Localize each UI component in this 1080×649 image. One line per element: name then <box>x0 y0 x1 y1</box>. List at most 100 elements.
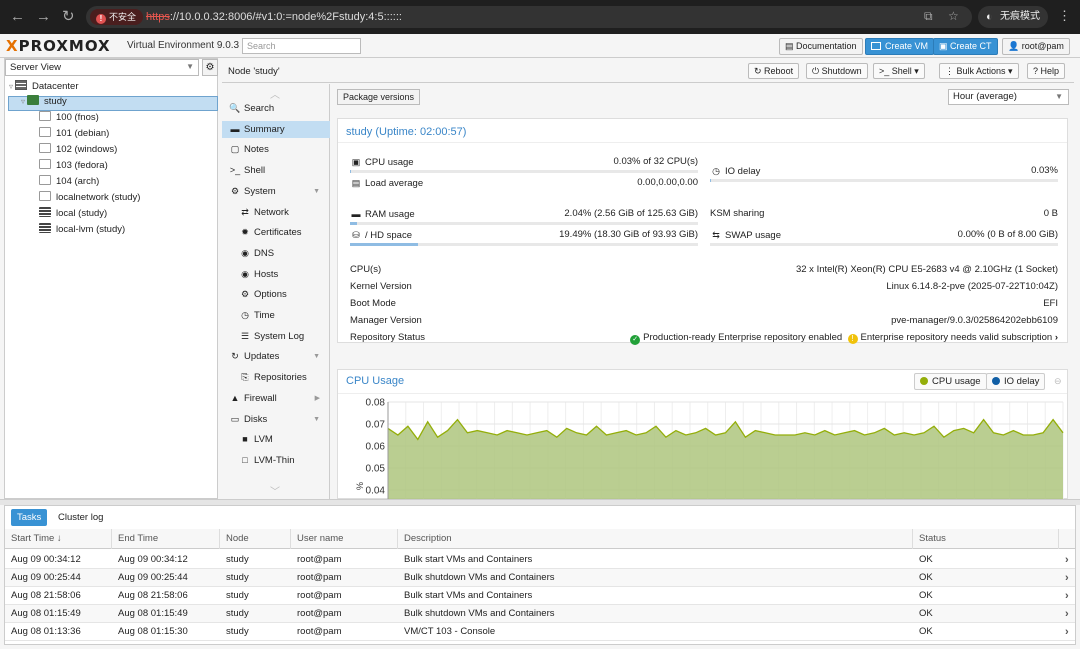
tree-item-label: local (study) <box>56 208 108 219</box>
status-panel: study (Uptime: 02:00:57) ▣ CPU usage 0.03… <box>337 118 1068 345</box>
nav-item-updates[interactable]: ↻ Updates ▼ <box>222 348 330 365</box>
nav-item-options[interactable]: ⚙ Options <box>222 286 330 303</box>
column-header[interactable]: Description <box>398 529 913 549</box>
tree-item[interactable]: ▿ Datacenter <box>9 79 79 95</box>
tree-item[interactable]: 100 (fnos) <box>39 110 99 126</box>
gear-icon[interactable]: ⚙ <box>202 59 218 76</box>
bookmark-star-icon[interactable]: ☆ <box>948 9 959 23</box>
scroll-up-icon[interactable]: ︿ <box>270 86 280 101</box>
table-row[interactable]: Aug 08 01:13:36 Aug 08 01:15:30 study root@… <box>5 623 1075 641</box>
ram-usage-value: 2.04% (2.56 GiB of 125.63 GiB) <box>564 208 698 219</box>
table-row[interactable]: Aug 09 00:25:44 Aug 09 00:25:44 study root@… <box>5 569 1075 587</box>
chevron-right-icon[interactable]: › <box>1059 623 1069 641</box>
shell-button[interactable]: >_ Shell ▾ <box>873 63 925 79</box>
tree-item[interactable]: 104 (arch) <box>39 174 99 190</box>
expand-icon[interactable]: ▿ <box>21 97 25 106</box>
nav-item-label: Network <box>254 206 289 218</box>
nav-item-label: System <box>244 185 276 197</box>
chevron-right-icon[interactable]: › <box>1059 587 1069 605</box>
column-header[interactable]: Start Time ↓ <box>5 529 112 549</box>
repository-status-value[interactable]: ✓ Production-ready Enterprise repository … <box>630 331 1058 345</box>
documentation-button[interactable]: ▤ Documentation <box>779 38 863 55</box>
create-vm-button[interactable]: Create VM <box>865 38 935 55</box>
security-badge[interactable]: ! 不安全 <box>90 9 144 25</box>
view-selector[interactable]: Server View ▼ <box>5 59 199 76</box>
progress-fill <box>350 243 418 246</box>
refresh-icon: ↻ <box>754 66 765 76</box>
chevron-right-icon[interactable]: › <box>1059 605 1069 623</box>
nav-item-dns[interactable]: ◉ DNS <box>222 245 330 262</box>
monitor-icon <box>871 42 881 50</box>
chevron-right-icon[interactable]: › <box>1059 551 1069 569</box>
reboot-button[interactable]: ↻ Reboot <box>748 63 800 79</box>
browser-menu-icon[interactable]: ⋮ <box>1058 8 1071 24</box>
nav-item-notes[interactable]: ▢ Notes <box>222 141 330 158</box>
info-row: Manager Version pve-manager/9.0.3/0258642… <box>350 314 1058 328</box>
nav-icon: ▲ <box>230 392 240 403</box>
nav-icon: ⇄ <box>241 206 249 217</box>
vm-icon <box>39 143 51 153</box>
forward-icon[interactable]: → <box>36 9 51 24</box>
scroll-down-icon[interactable]: ﹀ <box>270 483 280 498</box>
legend-io-delay[interactable]: IO delay <box>986 373 1046 390</box>
bulk-actions-button[interactable]: ⋮ Bulk Actions ▾ <box>939 63 1019 79</box>
terminal-icon: >_ <box>879 66 892 76</box>
tree-item[interactable]: 102 (windows) <box>39 142 117 158</box>
column-header[interactable]: End Time <box>112 529 220 549</box>
table-row[interactable]: Aug 08 21:58:06 Aug 08 21:58:06 study root@… <box>5 587 1075 605</box>
table-row[interactable]: Aug 09 00:34:12 Aug 09 00:34:12 study root@… <box>5 551 1075 569</box>
table-cell: Aug 08 21:58:06 <box>118 590 188 601</box>
url-text[interactable]: https://10.0.0.32:8006/#v1:0:=node%2Fstu… <box>146 9 402 25</box>
y-axis-label: % <box>355 482 365 490</box>
progress-fill <box>350 222 358 225</box>
hd-space-bar <box>350 243 698 246</box>
tree-item[interactable]: localnetwork (study) <box>39 190 140 206</box>
nav-item-network[interactable]: ⇄ Network <box>222 204 330 221</box>
package-versions-button[interactable]: Package versions <box>337 89 421 105</box>
column-header[interactable]: User name <box>291 529 398 549</box>
incognito-icon: ◐ <box>986 11 993 23</box>
shutdown-button[interactable]: ⏻ Shutdown <box>806 63 868 79</box>
tree-item[interactable]: local-lvm (study) <box>39 222 125 238</box>
tree-item[interactable]: 103 (fedora) <box>39 158 108 174</box>
nav-item-search[interactable]: 🔍 Search <box>222 100 330 117</box>
nav-item-hosts[interactable]: ◉ Hosts <box>222 266 330 283</box>
user-menu-button[interactable]: 👤 root@pam <box>1002 38 1070 55</box>
column-header[interactable]: Node <box>220 529 291 549</box>
create-ct-button[interactable]: ▣ Create CT <box>933 38 998 55</box>
nav-item-certificates[interactable]: ✹ Certificates <box>222 224 330 241</box>
nav-item-repositories[interactable]: ⎘ Repositories <box>222 369 330 386</box>
column-header[interactable]: Status <box>913 529 1059 549</box>
nav-item-shell[interactable]: >_ Shell <box>222 162 330 179</box>
help-button[interactable]: ? Help <box>1027 63 1066 79</box>
table-row[interactable]: Aug 08 01:15:49 Aug 08 01:15:49 study root@… <box>5 605 1075 623</box>
chevron-right-icon[interactable]: › <box>1059 569 1069 587</box>
translate-icon[interactable]: ⧉ <box>924 9 933 24</box>
timeframe-select[interactable]: Hour (average) ▼ <box>948 89 1069 105</box>
power-icon: ⏻ <box>812 66 822 76</box>
reload-icon[interactable]: ↻ <box>62 9 75 24</box>
nav-item-time[interactable]: ◷ Time <box>222 307 330 324</box>
tree-item[interactable]: ▿ study <box>21 94 67 110</box>
nav-item-firewall[interactable]: ▲ Firewall ▶ <box>222 390 330 407</box>
nav-item-label: Summary <box>244 123 285 135</box>
nav-item-label: Notes <box>244 144 269 156</box>
nav-item-system[interactable]: ⚙ System ▼ <box>222 183 330 200</box>
tab-tasks[interactable]: Tasks <box>11 509 48 526</box>
tab-cluster-log[interactable]: Cluster log <box>52 509 109 526</box>
nav-item-lvm[interactable]: ■ LVM <box>222 431 330 448</box>
tree-item[interactable]: 101 (debian) <box>39 126 109 142</box>
legend-cpu-usage[interactable]: CPU usage <box>914 373 987 390</box>
nav-item-lvm-thin[interactable]: □ LVM-Thin <box>222 452 330 469</box>
nav-item-label: LVM-Thin <box>254 454 295 466</box>
global-search-input[interactable]: Search <box>242 38 361 54</box>
nav-item-disks[interactable]: ▭ Disks ▼ <box>222 411 330 428</box>
back-icon[interactable]: ← <box>10 9 25 24</box>
nav-item-system-log[interactable]: ☰ System Log <box>222 328 330 345</box>
undo-zoom-icon[interactable]: ⊖ <box>1054 376 1062 387</box>
address-bar[interactable]: ! 不安全 https://10.0.0.32:8006/#v1:0:=node%… <box>86 6 972 28</box>
nav-item-summary[interactable]: ▬ Summary <box>222 120 330 138</box>
tree-item[interactable]: local (study) <box>39 206 107 222</box>
incognito-badge[interactable]: ◐ 无痕模式 <box>978 6 1048 28</box>
expand-icon[interactable]: ▿ <box>9 82 13 91</box>
